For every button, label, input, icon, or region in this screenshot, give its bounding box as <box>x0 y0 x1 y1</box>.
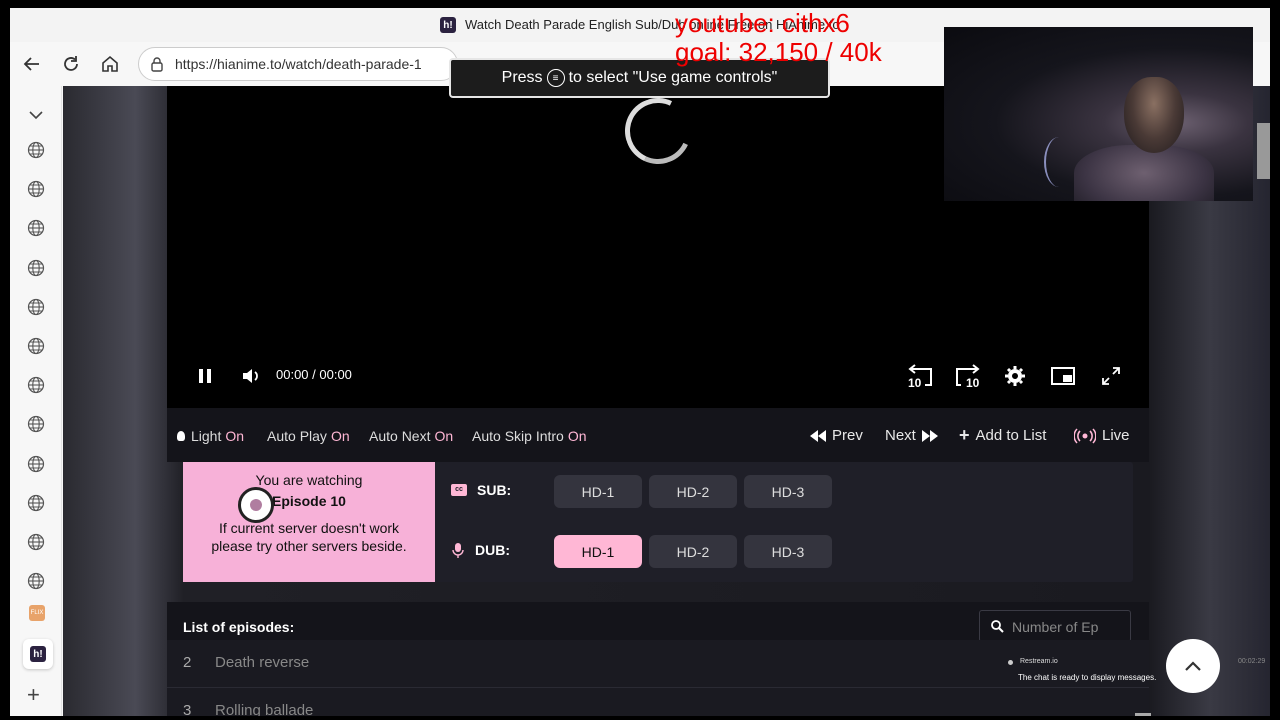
screen: h! Watch Death Parade English Sub/Dub on… <box>0 0 1280 720</box>
pause-icon[interactable] <box>193 364 217 388</box>
globe-icon[interactable] <box>27 533 45 551</box>
broadcast-icon <box>1074 427 1096 444</box>
player-options-bar: Light On Auto Play On Auto Next On Auto Ski… <box>167 408 1149 462</box>
notice-episode: Episode 10 <box>272 493 346 509</box>
episode-name: Rolling ballade <box>215 702 314 716</box>
webcam-feed <box>944 27 1253 201</box>
globe-icon[interactable] <box>27 337 45 355</box>
autoskip-intro-toggle[interactable]: Auto Skip Intro On <box>472 428 587 444</box>
next-episode-button[interactable]: Next <box>885 427 938 444</box>
settings-gear-icon[interactable] <box>1003 364 1027 388</box>
prev-episode-button[interactable]: Prev <box>810 427 863 444</box>
netflix-tab-icon[interactable]: FLIX <box>29 605 45 621</box>
webcam-person-head <box>1124 77 1184 153</box>
webcam-person-body <box>1074 145 1214 201</box>
watching-notice: You are watching Episode 10 If current s… <box>183 462 435 582</box>
episode-list-scrollbar[interactable] <box>1135 713 1151 716</box>
picture-in-picture-icon[interactable] <box>1051 364 1075 388</box>
rewind-arrows-icon <box>810 429 826 442</box>
home-icon[interactable] <box>96 50 124 78</box>
globe-icon[interactable] <box>27 180 45 198</box>
sidebar-tab-hianime[interactable]: h! <box>23 639 53 669</box>
episode-number: 3 <box>183 702 192 716</box>
sub-label: cc SUB: <box>451 482 511 498</box>
globe-icon[interactable] <box>27 494 45 512</box>
sub-server-hd2[interactable]: HD-2 <box>649 475 737 508</box>
dub-server-hd2[interactable]: HD-2 <box>649 535 737 568</box>
stream-overlay-goal: goal: 32,150 / 40k <box>675 37 882 67</box>
chat-message: The chat is ready to display messages. <box>1018 673 1157 682</box>
url-text[interactable]: https://hianime.to/watch/death-parade-1 <box>175 56 422 72</box>
episode-row[interactable]: 2 Death reverse <box>167 640 1149 688</box>
chat-time: 00:02:29 <box>1238 658 1266 665</box>
forward-10-icon[interactable]: 10 <box>953 364 983 389</box>
loading-spinner-icon <box>615 88 701 174</box>
webcam-light-strip <box>1044 137 1074 187</box>
dub-server-hd1[interactable]: HD-1 <box>554 535 642 568</box>
vertical-tab-strip: FLIX h! + <box>10 86 62 716</box>
globe-icon[interactable] <box>27 455 45 473</box>
chevron-up-icon <box>1185 661 1201 671</box>
dub-label: DUB: <box>451 542 510 558</box>
forward-arrows-icon <box>921 429 938 442</box>
game-cursor-icon <box>238 487 274 523</box>
tab-favicon: h! <box>440 17 456 33</box>
volume-icon[interactable] <box>239 364 263 388</box>
sub-server-hd3[interactable]: HD-3 <box>744 475 832 508</box>
autonext-toggle[interactable]: Auto Next On <box>369 428 453 444</box>
globe-icon[interactable] <box>27 376 45 394</box>
new-tab-button[interactable]: + <box>27 684 40 706</box>
bulb-icon <box>177 431 185 441</box>
globe-icon[interactable] <box>27 572 45 590</box>
notice-help: If current server doesn't work please tr… <box>211 520 407 554</box>
back-icon[interactable] <box>18 50 46 78</box>
address-bar[interactable]: https://hianime.to/watch/death-parade-1 <box>138 47 458 81</box>
server-selector: You are watching Episode 10 If current s… <box>183 462 1133 582</box>
page-scrollbar[interactable] <box>1257 123 1270 179</box>
sub-server-hd1[interactable]: HD-1 <box>554 475 642 508</box>
reload-icon[interactable] <box>57 50 85 78</box>
search-icon <box>991 620 1004 633</box>
notice-line: You are watching <box>255 472 363 488</box>
globe-icon[interactable] <box>27 219 45 237</box>
restream-icon <box>1008 660 1013 665</box>
light-toggle[interactable]: Light On <box>177 428 244 444</box>
chevron-down-icon[interactable] <box>27 106 45 124</box>
rewind-10-icon[interactable]: 10 <box>905 364 935 389</box>
episode-search-input[interactable]: Number of Ep <box>979 610 1131 642</box>
player-controls: 00:00 / 00:00 10 10 <box>167 354 1149 398</box>
time-display: 00:00 / 00:00 <box>276 367 352 382</box>
episodes-title: List of episodes: <box>183 619 295 635</box>
autoplay-toggle[interactable]: Auto Play On <box>267 428 350 444</box>
stream-overlay-youtube: youtube: cithx6 <box>675 8 850 38</box>
microphone-icon <box>452 543 464 558</box>
chat-source: Restream.io <box>1020 658 1058 665</box>
globe-icon[interactable] <box>27 259 45 277</box>
search-placeholder: Number of Ep <box>1012 619 1099 635</box>
episode-row[interactable]: 3 Rolling ballade <box>167 688 1149 716</box>
fullscreen-icon[interactable] <box>1099 364 1123 388</box>
episode-name: Death reverse <box>215 654 310 671</box>
hianime-favicon: h! <box>30 646 46 662</box>
globe-icon[interactable] <box>27 141 45 159</box>
add-to-list-button[interactable]: + Add to List <box>959 425 1046 445</box>
dub-server-hd3[interactable]: HD-3 <box>744 535 832 568</box>
lock-icon[interactable] <box>149 56 165 72</box>
scroll-to-top-button[interactable] <box>1166 639 1220 693</box>
menu-button-icon: ≡ <box>546 69 565 87</box>
globe-icon[interactable] <box>27 415 45 433</box>
svg-text:10: 10 <box>908 376 922 389</box>
globe-icon[interactable] <box>27 298 45 316</box>
live-button[interactable]: Live <box>1074 427 1130 444</box>
svg-text:10: 10 <box>966 376 980 389</box>
cc-icon: cc <box>451 484 467 496</box>
plus-icon: + <box>959 425 970 445</box>
episode-number: 2 <box>183 654 192 671</box>
